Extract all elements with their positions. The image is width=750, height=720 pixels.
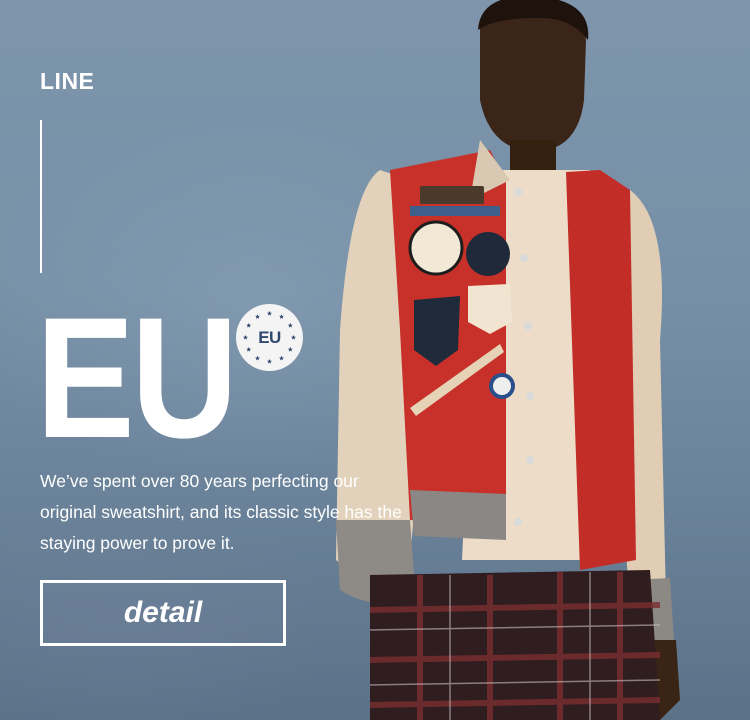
hero-headline: EU	[36, 282, 238, 474]
detail-button[interactable]: detail	[40, 580, 286, 646]
badge-label: EU	[258, 327, 281, 347]
hero-description: We’ve spent over 80 years perfecting our…	[40, 471, 402, 553]
brand-logo[interactable]: LINE	[40, 68, 94, 95]
hero-banner: LINE EU EU We’ve spent over 80 years per…	[0, 0, 750, 720]
divider-line	[40, 120, 42, 273]
model-illustration	[336, 0, 680, 720]
model-photo	[330, 0, 750, 720]
eu-stars-badge-icon: EU	[236, 304, 303, 371]
